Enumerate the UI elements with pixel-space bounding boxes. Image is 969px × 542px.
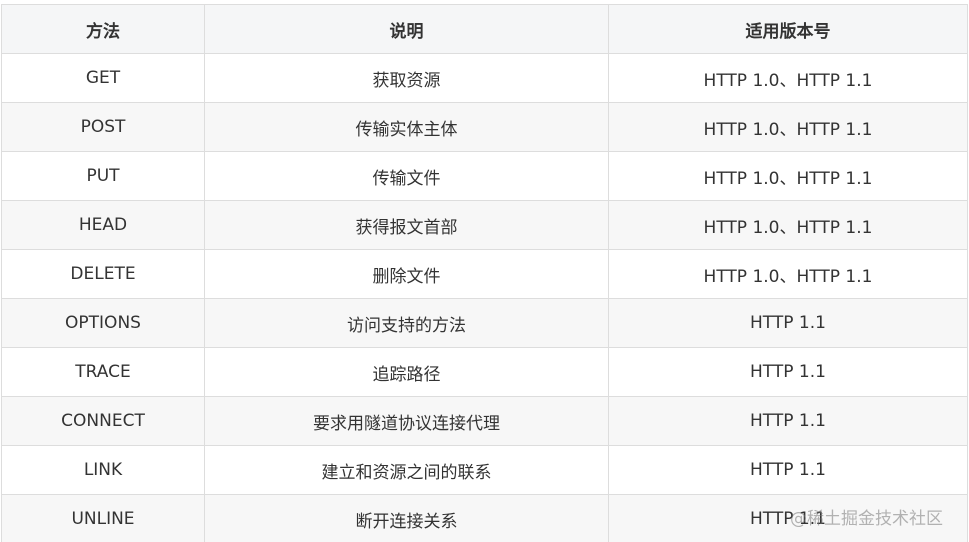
table-row: OPTIONS 访问支持的方法 HTTP 1.1 — [1, 298, 968, 348]
description-cell: 追踪路径 — [204, 347, 609, 397]
version-cell: HTTP 1.0、HTTP 1.1 — [608, 102, 968, 152]
method-cell: DELETE — [1, 249, 205, 299]
header-method: 方法 — [1, 4, 205, 54]
table-row: HEAD 获得报文首部 HTTP 1.0、HTTP 1.1 — [1, 200, 968, 250]
table-row: POST 传输实体主体 HTTP 1.0、HTTP 1.1 — [1, 102, 968, 152]
version-cell: HTTP 1.1 — [608, 298, 968, 348]
version-cell: HTTP 1.1 — [608, 396, 968, 446]
page: 方法 说明 适用版本号 GET 获取资源 HTTP 1.0、HTTP 1.1 P… — [0, 0, 969, 542]
method-cell: UNLINE — [1, 494, 205, 542]
header-description: 说明 — [204, 4, 609, 54]
table-header: 方法 说明 适用版本号 — [1, 4, 968, 54]
version-cell: HTTP 1.1 — [608, 445, 968, 495]
version-cell: HTTP 1.0、HTTP 1.1 — [608, 53, 968, 103]
method-cell: PUT — [1, 151, 205, 201]
version-cell: HTTP 1.0、HTTP 1.1 — [608, 249, 968, 299]
table-row: GET 获取资源 HTTP 1.0、HTTP 1.1 — [1, 53, 968, 103]
table-row: PUT 传输文件 HTTP 1.0、HTTP 1.1 — [1, 151, 968, 201]
table-body: GET 获取资源 HTTP 1.0、HTTP 1.1 POST 传输实体主体 H… — [1, 53, 968, 542]
description-cell: 要求用隧道协议连接代理 — [204, 396, 609, 446]
table-row: DELETE 删除文件 HTTP 1.0、HTTP 1.1 — [1, 249, 968, 299]
description-cell: 获取资源 — [204, 53, 609, 103]
method-cell: GET — [1, 53, 205, 103]
description-cell: 获得报文首部 — [204, 200, 609, 250]
version-cell: HTTP 1.0、HTTP 1.1 — [608, 200, 968, 250]
table-row: LINK 建立和资源之间的联系 HTTP 1.1 — [1, 445, 968, 495]
description-cell: 传输实体主体 — [204, 102, 609, 152]
method-cell: HEAD — [1, 200, 205, 250]
method-cell: CONNECT — [1, 396, 205, 446]
table-row: TRACE 追踪路径 HTTP 1.1 — [1, 347, 968, 397]
http-methods-table: 方法 说明 适用版本号 GET 获取资源 HTTP 1.0、HTTP 1.1 P… — [1, 4, 968, 542]
header-row: 方法 说明 适用版本号 — [1, 4, 968, 54]
description-cell: 访问支持的方法 — [204, 298, 609, 348]
table-row: CONNECT 要求用隧道协议连接代理 HTTP 1.1 — [1, 396, 968, 446]
method-cell: LINK — [1, 445, 205, 495]
header-version: 适用版本号 — [608, 4, 968, 54]
description-cell: 删除文件 — [204, 249, 609, 299]
method-cell: OPTIONS — [1, 298, 205, 348]
description-cell: 建立和资源之间的联系 — [204, 445, 609, 495]
watermark: @稀土掘金技术社区 — [790, 509, 943, 529]
description-cell: 断开连接关系 — [204, 494, 609, 542]
version-cell: HTTP 1.1 — [608, 347, 968, 397]
description-cell: 传输文件 — [204, 151, 609, 201]
method-cell: POST — [1, 102, 205, 152]
method-cell: TRACE — [1, 347, 205, 397]
version-cell: HTTP 1.0、HTTP 1.1 — [608, 151, 968, 201]
